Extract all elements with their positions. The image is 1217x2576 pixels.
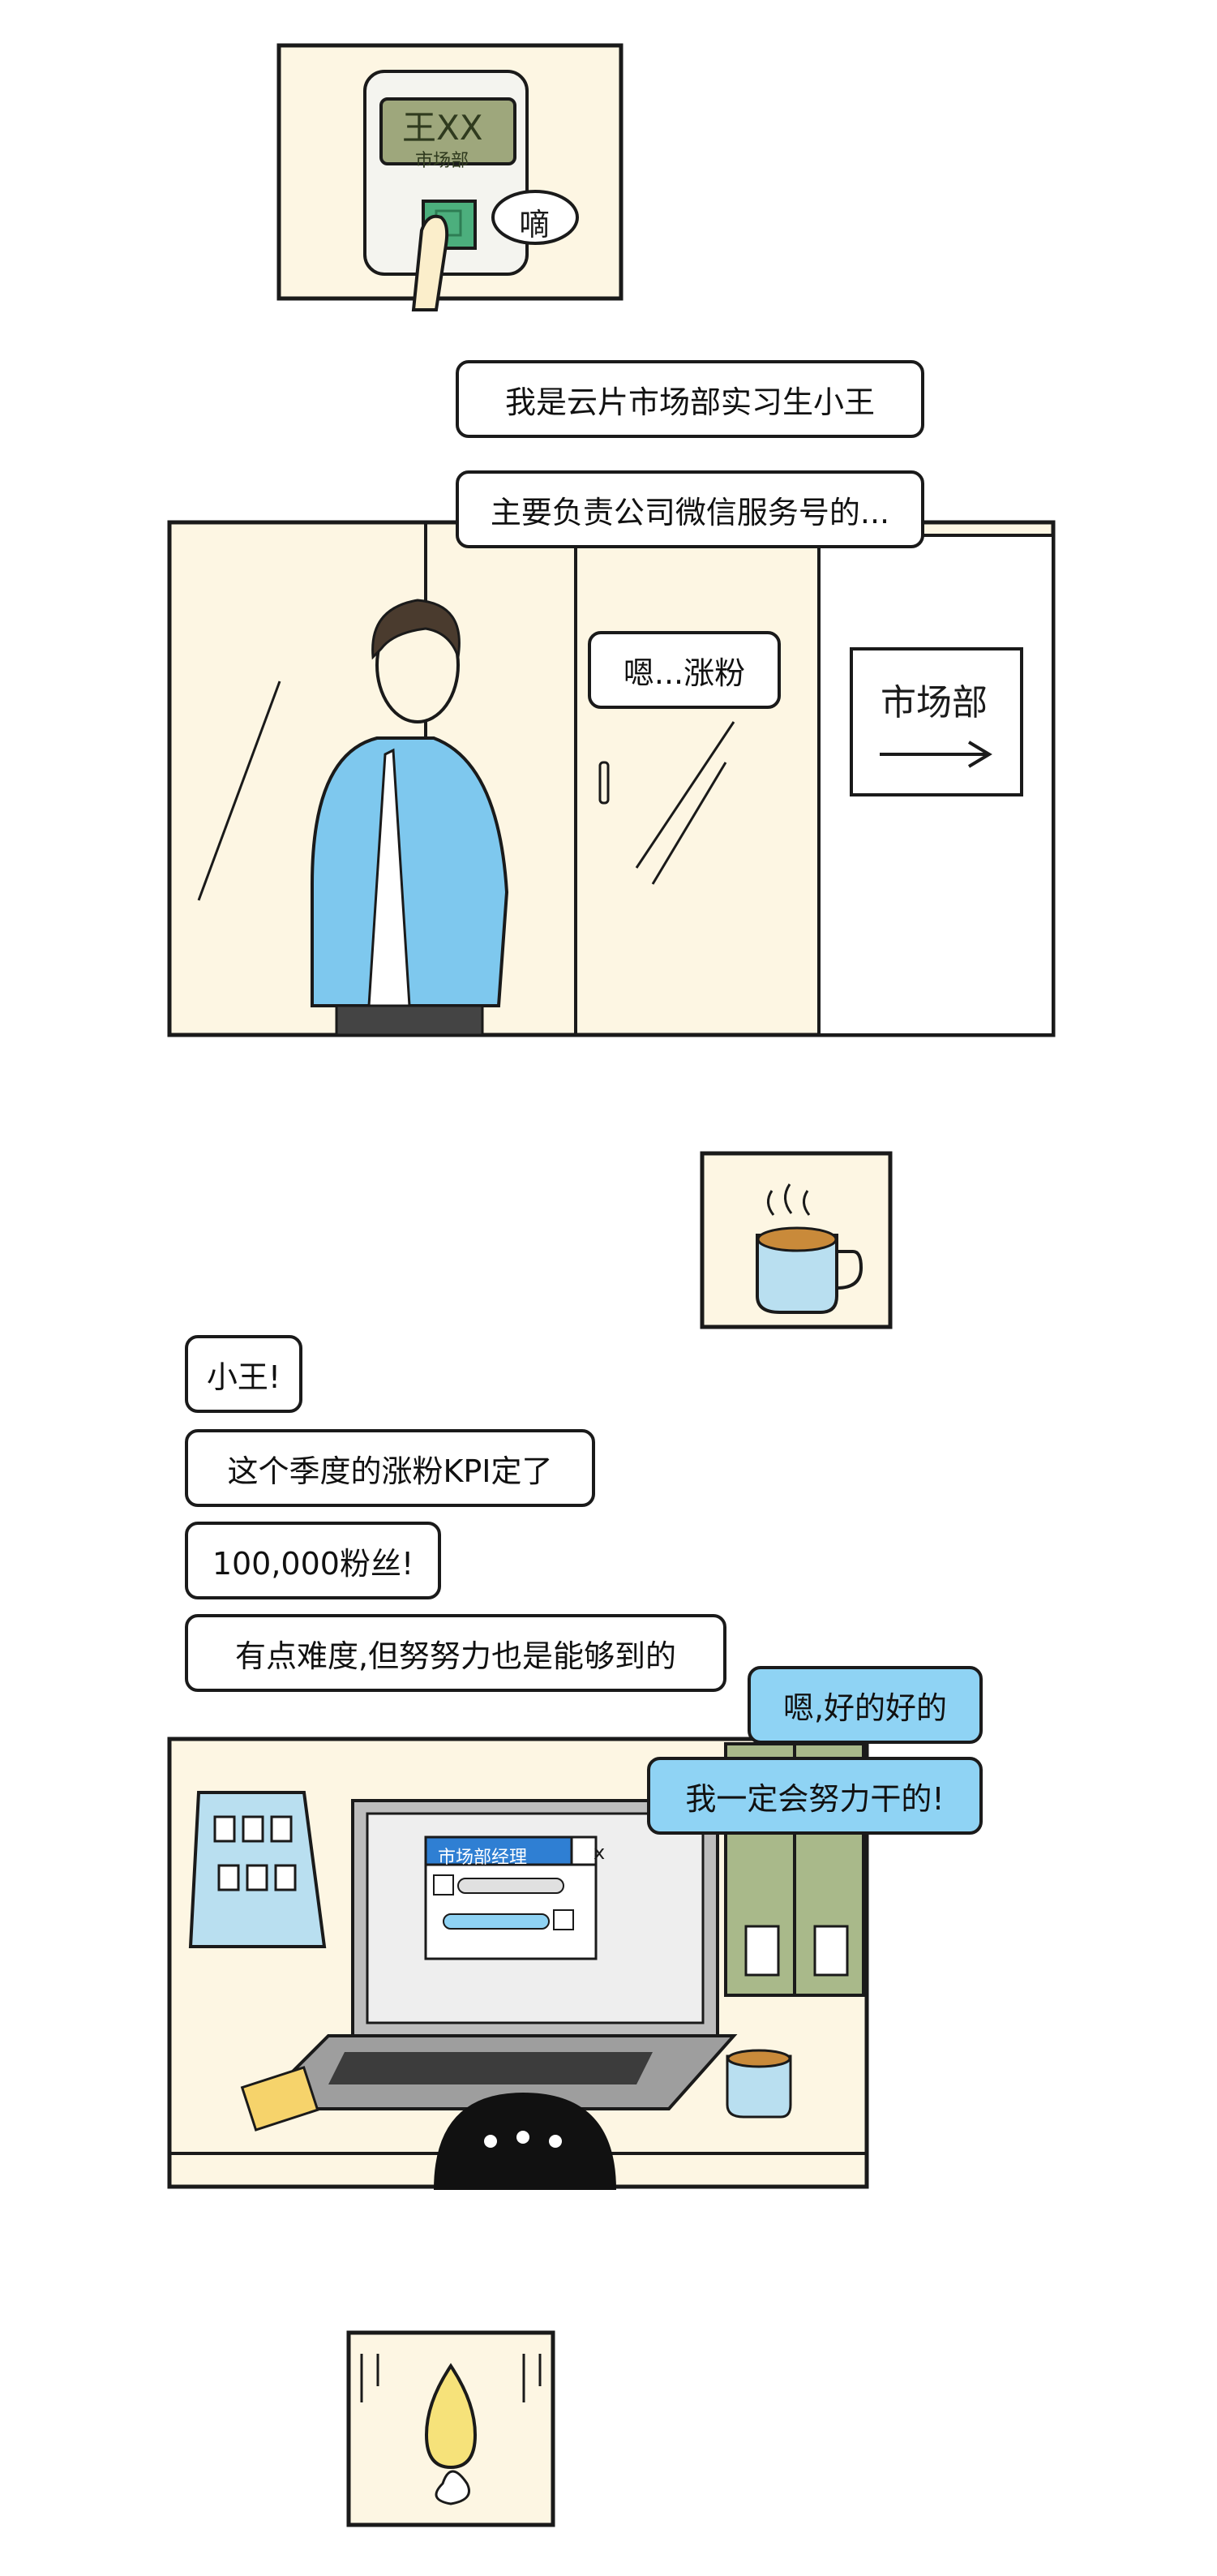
speech-bubble-duty: 主要负责公司微信服务号的... [456, 470, 924, 548]
card-name: 王XX [402, 108, 483, 148]
reply-bubble-promise: 我一定会努力干的! [647, 1757, 983, 1835]
chat-close-icon: x [594, 1841, 606, 1864]
speech-bubble-intro: 我是云片市场部实习生小王 [456, 360, 924, 438]
speech-bubble-followers: 嗯...涨粉 [588, 631, 781, 709]
speech-bubble-target: 100,000粉丝! [185, 1522, 441, 1599]
beep-sound: 嘀 [519, 207, 551, 243]
speech-bubble-kpi: 这个季度的涨粉KPI定了 [185, 1429, 595, 1507]
speech-bubble-difficulty: 有点难度,但努努力也是能够到的 [185, 1614, 726, 1692]
comic-page: 王XX 市场部 嘀 我是云片市场部实习生小王 主要负责公司微信服务号的... 嗯… [0, 0, 1217, 2576]
reply-bubble-ok: 嗯,好的好的 [748, 1666, 983, 1744]
panel-intern-door [167, 520, 1056, 1037]
chat-window-title: 市场部经理 [438, 1848, 528, 1868]
sign-label: 市场部 [881, 682, 988, 723]
panel-tea [700, 1151, 893, 1329]
panel-pear [346, 2330, 555, 2527]
person-jacket [311, 736, 509, 1007]
speech-bubble-call: 小王! [185, 1335, 302, 1413]
panel-keycard [276, 43, 623, 311]
card-dept: 市场部 [415, 151, 469, 171]
